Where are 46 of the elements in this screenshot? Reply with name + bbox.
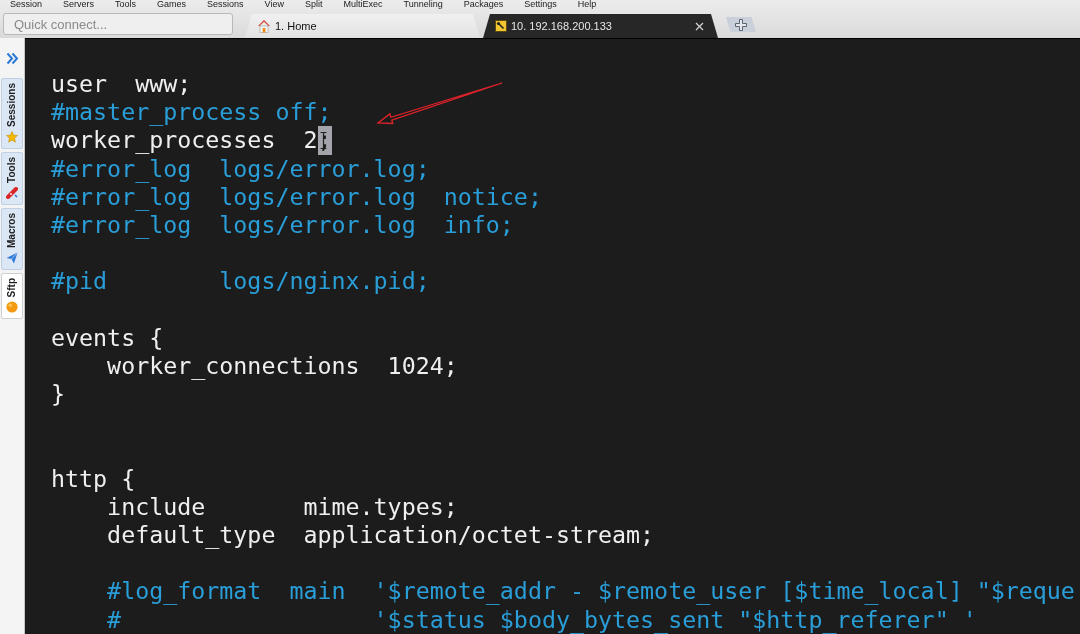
- comment-line: #pid logs/nginx.pid;: [51, 267, 430, 296]
- plus-icon: [735, 18, 747, 31]
- comment-line: #error_log logs/error.log notice;: [51, 182, 542, 211]
- code-line: http {: [51, 464, 136, 493]
- comment-line: #error_log logs/error.log info;: [51, 210, 514, 240]
- code-line: default_type application/octet-stream;: [106, 521, 655, 550]
- star-icon: [6, 130, 18, 143]
- paper-plane-icon: [6, 251, 18, 264]
- terminal-pane[interactable]: [25, 38, 1080, 634]
- menu-item[interactable]: Split: [304, 0, 323, 9]
- sidebar-tab[interactable]: Sessions: [1, 78, 23, 149]
- menu-item[interactable]: Packages: [463, 0, 504, 9]
- ball-icon: [6, 301, 18, 314]
- code-line: worker_connections 1024;: [106, 351, 458, 381]
- menu-item[interactable]: Settings: [524, 0, 557, 9]
- menu-item[interactable]: MultiExec: [343, 0, 383, 9]
- menu-item[interactable]: View: [264, 0, 284, 9]
- key-icon: [495, 20, 507, 32]
- comment-line: #error_log logs/error.log;: [51, 154, 430, 183]
- house-icon: [257, 19, 271, 33]
- code-line: user www;: [51, 70, 192, 99]
- new-tab-button[interactable]: [726, 17, 756, 32]
- session-tab[interactable]: 1. Home: [245, 14, 480, 38]
- sidebar-tab[interactable]: Tools: [1, 151, 23, 205]
- menu-item[interactable]: Tools: [115, 0, 137, 9]
- double-chevron-icon[interactable]: [5, 52, 19, 65]
- menu-item[interactable]: Tunneling: [403, 0, 443, 9]
- multitool-icon: [6, 186, 18, 199]
- session-tab[interactable]: 10. 192.168.200.133: [483, 14, 718, 38]
- code-line: events {: [51, 323, 164, 352]
- comment-line: #master_process off;: [51, 98, 332, 127]
- quick-connect-field[interactable]: Quick connect...: [3, 13, 233, 35]
- menu-item[interactable]: Servers: [63, 0, 95, 9]
- i-beam-cursor-icon: [319, 132, 327, 150]
- sidebar-tab[interactable]: Sftp: [1, 272, 23, 320]
- menu-item[interactable]: Games: [157, 0, 187, 9]
- menu-item[interactable]: Sessions: [207, 0, 244, 9]
- code-line: }: [51, 380, 66, 409]
- menu-item[interactable]: Help: [577, 0, 597, 9]
- comment-line: #log_format main '$remote_addr - $remote_user [$time_local] "$reque: [106, 577, 1075, 606]
- code-line: worker_processes 2: [51, 126, 318, 155]
- menu-item[interactable]: Session: [10, 0, 43, 9]
- sidebar-tab[interactable]: Macros: [1, 207, 23, 270]
- close-icon[interactable]: [695, 21, 704, 31]
- code-line: include mime.types;: [106, 492, 458, 521]
- comment-line: # '$status $body_bytes_sent "$http_referer" ': [106, 605, 977, 634]
